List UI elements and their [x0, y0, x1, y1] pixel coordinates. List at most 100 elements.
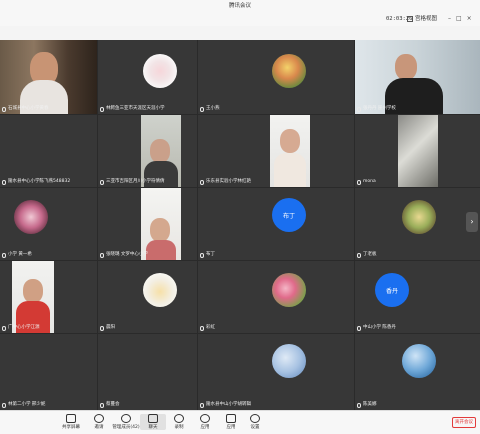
participant-avatar: 布丁	[272, 198, 306, 232]
toolbar-label: 共享屏幕	[62, 425, 80, 430]
microphone-icon	[200, 325, 204, 331]
participant-name: 乐东县实验小学林红艳	[200, 179, 251, 185]
video-tile[interactable]: 石城县中心小学黄春	[0, 40, 97, 114]
video-feed	[398, 115, 438, 187]
apps-button[interactable]: 应用	[192, 414, 218, 430]
video-tile[interactable]: 广中心小学江源	[0, 261, 97, 333]
apps-icon	[200, 414, 210, 423]
settings-button[interactable]: 设置	[242, 414, 268, 430]
microphone-icon	[100, 179, 104, 185]
participant-name: mona	[357, 179, 376, 185]
microphone-icon	[357, 179, 361, 185]
microphone-icon	[200, 402, 204, 408]
participant-name: 布丁	[200, 252, 215, 258]
chat-icon	[148, 414, 158, 423]
video-tile[interactable]: 三亚市吉阳区月川小学符倩倩	[98, 115, 197, 187]
participant-avatar	[143, 273, 177, 307]
chevron-right-icon: ›	[470, 217, 474, 226]
microphone-icon	[2, 106, 6, 112]
participant-avatar	[402, 344, 436, 378]
view-mode-label: 宫格视图	[415, 16, 438, 22]
members-button[interactable]: 管理成员(42)	[112, 414, 140, 430]
screen-share-icon	[66, 414, 76, 423]
maximize-icon[interactable]: □	[456, 14, 462, 24]
video-tile[interactable]: 乐东县实验小学林红艳	[198, 115, 354, 187]
microphone-icon	[200, 252, 204, 258]
participant-body	[146, 240, 176, 260]
toolbar-label: 管理成员(42)	[112, 425, 140, 430]
avatar-tile[interactable]: 丁老板	[355, 188, 480, 260]
video-grid: 石城县中心小学黄春 林鳄鱼三亚市天涯区天涯小学 王小燕 张丹丹 崖州学校 陵水县…	[0, 40, 480, 410]
toolbar-label: 设置	[250, 425, 260, 430]
apps-icon	[226, 414, 236, 423]
participant-avatar	[143, 54, 177, 88]
participant-name: 彩虹	[200, 325, 215, 331]
window-controls: – □ ×	[448, 14, 472, 24]
participant-name: 王小燕	[200, 106, 220, 112]
avatar-tile[interactable]: 小学 黄一希	[0, 188, 97, 260]
video-tile[interactable]: mona	[355, 115, 480, 187]
avatar-tile[interactable]: 陵水县中山小学胡转辑	[198, 334, 354, 410]
microphone-icon	[357, 106, 361, 112]
microphone-icon	[100, 402, 104, 408]
avatar-tile[interactable]: 香丹 中山小学 陈香丹	[355, 261, 480, 333]
microphone-icon	[100, 252, 104, 258]
microphone-icon	[100, 325, 104, 331]
avatar-tile[interactable]: 布丁 布丁	[198, 188, 354, 260]
screen-share-button[interactable]: 共享屏幕	[58, 414, 84, 430]
microphone-icon	[357, 402, 361, 408]
participant-name: 丁老板	[357, 252, 377, 258]
next-page-button[interactable]: ›	[466, 212, 478, 232]
avatar-tile[interactable]: 陵水县中心小学陈飞燕548832	[0, 115, 97, 187]
record-icon	[174, 414, 184, 423]
avatar-tile[interactable]: 晨阳	[98, 261, 197, 333]
microphone-icon	[2, 402, 6, 408]
participant-name: 三亚市吉阳区月川小学符倩倩	[100, 179, 165, 185]
participant-name: 广中心小学江源	[2, 325, 40, 331]
invite-icon	[94, 414, 104, 423]
participant-face	[150, 218, 170, 242]
record-button[interactable]: 录制	[166, 414, 192, 430]
participant-name: 林第二小学 邢少妮	[2, 402, 45, 408]
microphone-icon	[100, 106, 104, 112]
participant-avatar	[272, 344, 306, 378]
grid-view-icon	[407, 16, 413, 22]
avatar-tile[interactable]: 王小燕	[198, 40, 354, 114]
participant-name: 中山小学 陈香丹	[357, 325, 396, 331]
avatar-tile[interactable]: 彩虹	[198, 261, 354, 333]
chat-button[interactable]: 聊天	[140, 414, 166, 430]
video-tile[interactable]: 张晓璐 文罗中心小学	[98, 188, 197, 260]
participant-name: 张晓璐 文罗中心小学	[100, 252, 148, 258]
view-mode-button[interactable]: 宫格视图	[407, 14, 437, 24]
close-icon[interactable]: ×	[467, 14, 472, 24]
toolbar-label: 邀请	[94, 425, 104, 430]
participant-face	[280, 129, 300, 153]
video-tile[interactable]: 张丹丹 崖州学校	[355, 40, 480, 114]
meeting-toolbar: 共享屏幕 邀请 管理成员(42) 聊天 录制 应用 应用 设置 离开会议	[0, 410, 480, 434]
participant-body	[274, 153, 306, 187]
participant-name: 陈美娜	[357, 402, 377, 408]
toolbar-label: 聊天	[148, 425, 158, 430]
microphone-icon	[2, 325, 6, 331]
toolbar-label: 录制	[174, 425, 184, 430]
microphone-icon	[357, 252, 361, 258]
avatar-tile[interactable]: 蔡蔓会	[98, 334, 197, 410]
minimize-icon[interactable]: –	[448, 14, 451, 24]
participant-avatar	[402, 200, 436, 234]
participant-avatar	[272, 273, 306, 307]
invite-button[interactable]: 邀请	[86, 414, 112, 430]
microphone-icon	[357, 325, 361, 331]
participant-face	[395, 54, 417, 80]
apps-button[interactable]: 应用	[218, 414, 244, 430]
leave-meeting-button[interactable]: 离开会议	[452, 417, 476, 428]
settings-icon	[250, 414, 260, 423]
participant-avatar: 香丹	[375, 273, 409, 307]
members-icon	[121, 414, 131, 423]
microphone-icon	[2, 179, 6, 185]
microphone-icon	[200, 106, 204, 112]
avatar-tile[interactable]: 林第二小学 邢少妮	[0, 334, 97, 410]
toolbar-label: 应用	[200, 425, 210, 430]
avatar-tile[interactable]: 林鳄鱼三亚市天涯区天涯小学	[98, 40, 197, 114]
avatar-tile[interactable]: 陈美娜	[355, 334, 480, 410]
toolbar-label: 应用	[226, 425, 236, 430]
